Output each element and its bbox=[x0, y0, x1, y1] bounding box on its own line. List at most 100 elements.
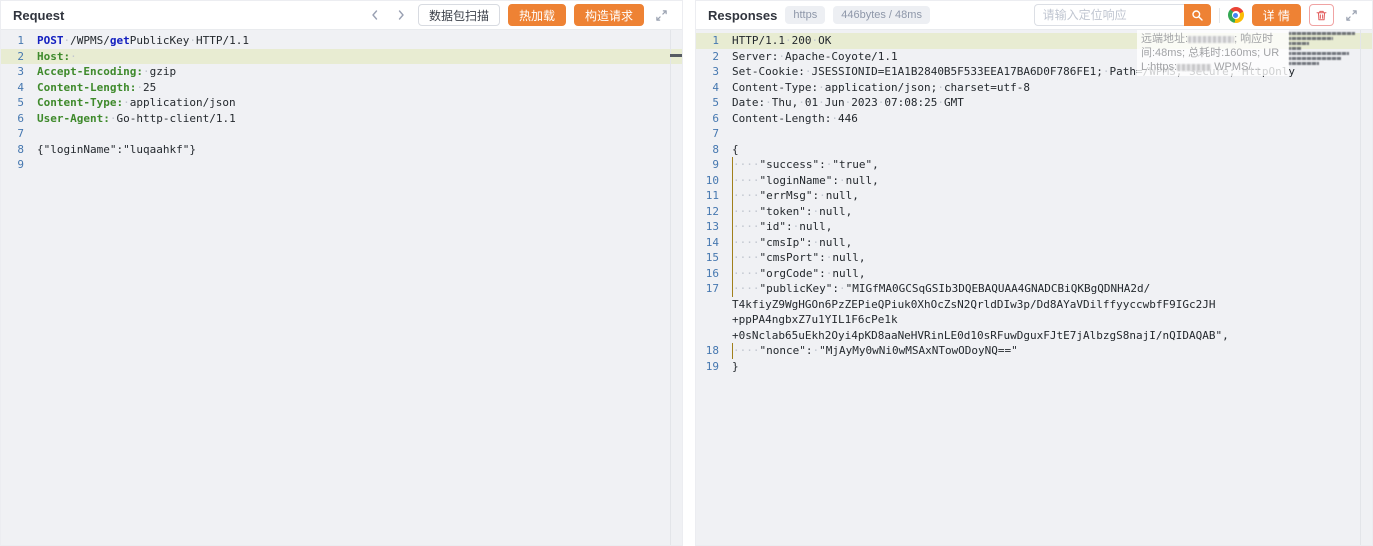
code-line[interactable]: 3Accept-Encoding:·gzip bbox=[1, 64, 682, 80]
code-line[interactable]: 1POST·/WPMS/getPublicKey·HTTP/1.1 bbox=[1, 33, 682, 49]
response-search-input[interactable] bbox=[1034, 4, 1184, 26]
code-line[interactable]: 5Content-Type:·application/json bbox=[1, 95, 682, 111]
code-line[interactable]: 15····"cmsPort":·null, bbox=[696, 250, 1372, 266]
code-line[interactable]: 11····"errMsg":·null, bbox=[696, 188, 1372, 204]
code-line[interactable]: 9 bbox=[1, 157, 682, 173]
line-number: 3 bbox=[696, 64, 732, 80]
clear-button[interactable] bbox=[1309, 4, 1334, 26]
code-text: ····"success":·"true", bbox=[732, 157, 879, 173]
packet-viewer: Request 数据包扫描 热加载 构造请求 1POST·/WPMS/getPu… bbox=[0, 0, 1373, 546]
code-text: ····"id":·null, bbox=[732, 219, 832, 235]
history-forward-button[interactable] bbox=[392, 4, 410, 26]
line-number: 5 bbox=[696, 95, 732, 111]
response-info-text: 远端地址:; 响应时间:48ms; 总耗时:160ms; URL:https: … bbox=[1137, 30, 1289, 76]
code-text: ····"cmsIp":·null, bbox=[732, 235, 852, 251]
code-line[interactable]: +0sNclab65uEkh2Oyi4pKD8aaNeHVRinLE0d10sR… bbox=[696, 328, 1372, 344]
chevron-left-icon bbox=[368, 8, 382, 22]
response-header: Responses https 446bytes / 48ms 详 情 bbox=[696, 1, 1372, 30]
code-text: +ppPA4ngbxZ7u1YIL1F6cPe1k bbox=[732, 312, 898, 328]
code-line[interactable]: 14····"cmsIp":·null, bbox=[696, 235, 1372, 251]
code-line[interactable]: 6Content-Length:·446 bbox=[696, 111, 1372, 127]
code-line[interactable]: 7 bbox=[696, 126, 1372, 142]
code-text: T4kfiyZ9WgHGOn6PzZEPieQPiuk0XhOcZsN2Qrld… bbox=[732, 297, 1215, 313]
trash-icon bbox=[1315, 9, 1328, 22]
code-text: +0sNclab65uEkh2Oyi4pKD8aaNeHVRinLE0d10sR… bbox=[732, 328, 1229, 344]
line-number: 7 bbox=[1, 126, 37, 142]
request-header: Request 数据包扫描 热加载 构造请求 bbox=[1, 1, 682, 30]
line-number: 3 bbox=[1, 64, 37, 80]
request-editor[interactable]: 1POST·/WPMS/getPublicKey·HTTP/1.12Host:·… bbox=[1, 30, 682, 545]
line-number: 9 bbox=[696, 157, 732, 173]
line-number: 11 bbox=[696, 188, 732, 204]
history-back-button[interactable] bbox=[366, 4, 384, 26]
response-info-tooltip: 远端地址:; 响应时间:48ms; 总耗时:160ms; URL:https: … bbox=[1137, 30, 1359, 76]
remote-address-label: 远端地址: bbox=[1141, 33, 1188, 45]
expand-icon bbox=[1345, 9, 1358, 22]
code-line[interactable]: 9····"success":·"true", bbox=[696, 157, 1372, 173]
code-text: { bbox=[732, 142, 739, 158]
code-text: Server:·Apache-Coyote/1.1 bbox=[732, 49, 898, 65]
code-text: User-Agent:·Go-http-client/1.1 bbox=[37, 111, 236, 127]
code-line[interactable]: +ppPA4ngbxZ7u1YIL1F6cPe1k bbox=[696, 312, 1372, 328]
expand-icon bbox=[655, 9, 668, 22]
line-number: 8 bbox=[696, 142, 732, 158]
code-line[interactable]: 4Content-Length:·25 bbox=[1, 80, 682, 96]
line-number: 14 bbox=[696, 235, 732, 251]
code-line[interactable]: 16····"orgCode":·null, bbox=[696, 266, 1372, 282]
code-text: ····"cmsPort":·null, bbox=[732, 250, 865, 266]
request-scrollbar[interactable] bbox=[670, 30, 682, 545]
line-number: 9 bbox=[1, 157, 37, 173]
code-line[interactable]: 2Host:· bbox=[1, 49, 682, 65]
code-text: ····"orgCode":·null, bbox=[732, 266, 865, 282]
code-text: ····"nonce":·"MjAyMy0wNi0wMSAxNTowODoyNQ… bbox=[732, 343, 1018, 359]
build-request-button[interactable]: 构造请求 bbox=[574, 4, 644, 26]
code-line[interactable]: 13····"id":·null, bbox=[696, 219, 1372, 235]
redacted-remote-address bbox=[1188, 36, 1234, 43]
response-search-button[interactable] bbox=[1184, 4, 1211, 26]
line-number: 7 bbox=[696, 126, 732, 142]
response-code: 1HTTP/1.1·200·OK2Server:·Apache-Coyote/1… bbox=[696, 30, 1372, 374]
line-number: 8 bbox=[1, 142, 37, 158]
code-line[interactable]: 5Date:·Thu,·01·Jun·2023·07:08:25·GMT bbox=[696, 95, 1372, 111]
detail-button[interactable]: 详 情 bbox=[1252, 4, 1301, 26]
header-divider bbox=[1219, 8, 1220, 23]
size-duration-badge: 446bytes / 48ms bbox=[833, 6, 930, 24]
code-line[interactable]: 6User-Agent:·Go-http-client/1.1 bbox=[1, 111, 682, 127]
code-line[interactable]: 19} bbox=[696, 359, 1372, 375]
code-text: Content-Type:·application/json;·charset=… bbox=[732, 80, 1030, 96]
code-line[interactable]: 10····"loginName":·null, bbox=[696, 173, 1372, 189]
line-number: 2 bbox=[696, 49, 732, 65]
code-line[interactable]: 8{ bbox=[696, 142, 1372, 158]
line-number: 6 bbox=[696, 111, 732, 127]
line-number bbox=[696, 328, 732, 344]
code-text: Accept-Encoding:·gzip bbox=[37, 64, 176, 80]
response-panel: Responses https 446bytes / 48ms 详 情 1HTT… bbox=[695, 0, 1373, 546]
code-text: Content-Length:·25 bbox=[37, 80, 156, 96]
code-text: Host:· bbox=[37, 49, 77, 65]
response-scrollbar[interactable] bbox=[1360, 30, 1372, 545]
response-expand-button[interactable] bbox=[1342, 4, 1360, 26]
code-line[interactable]: T4kfiyZ9WgHGOn6PzZEPieQPiuk0XhOcZsN2Qrld… bbox=[696, 297, 1372, 313]
request-expand-button[interactable] bbox=[652, 4, 670, 26]
code-line[interactable]: 8{"loginName":"luqaahkf"} bbox=[1, 142, 682, 158]
chevron-right-icon bbox=[394, 8, 408, 22]
request-title: Request bbox=[13, 8, 64, 23]
code-text: Content-Length:·446 bbox=[732, 111, 858, 127]
hot-reload-button[interactable]: 热加载 bbox=[508, 4, 566, 26]
code-text: ····"errMsg":·null, bbox=[732, 188, 859, 204]
packet-scan-button[interactable]: 数据包扫描 bbox=[418, 4, 500, 26]
line-number: 12 bbox=[696, 204, 732, 220]
code-line[interactable]: 18····"nonce":·"MjAyMy0wNi0wMSAxNTowODoy… bbox=[696, 343, 1372, 359]
line-number: 16 bbox=[696, 266, 732, 282]
code-line[interactable]: 7 bbox=[1, 126, 682, 142]
code-line[interactable]: 4Content-Type:·application/json;·charset… bbox=[696, 80, 1372, 96]
code-line[interactable]: 12····"token":·null, bbox=[696, 204, 1372, 220]
line-number: 4 bbox=[696, 80, 732, 96]
open-in-chrome-icon[interactable] bbox=[1228, 7, 1244, 23]
code-line[interactable]: 17····"publicKey":·"MIGfMA0GCSqGSIb3DQEB… bbox=[696, 281, 1372, 297]
line-number: 1 bbox=[696, 33, 732, 49]
request-panel: Request 数据包扫描 热加载 构造请求 1POST·/WPMS/getPu… bbox=[0, 0, 683, 546]
line-number bbox=[696, 297, 732, 313]
search-icon bbox=[1191, 9, 1204, 22]
response-editor[interactable]: 1HTTP/1.1·200·OK2Server:·Apache-Coyote/1… bbox=[696, 30, 1372, 545]
